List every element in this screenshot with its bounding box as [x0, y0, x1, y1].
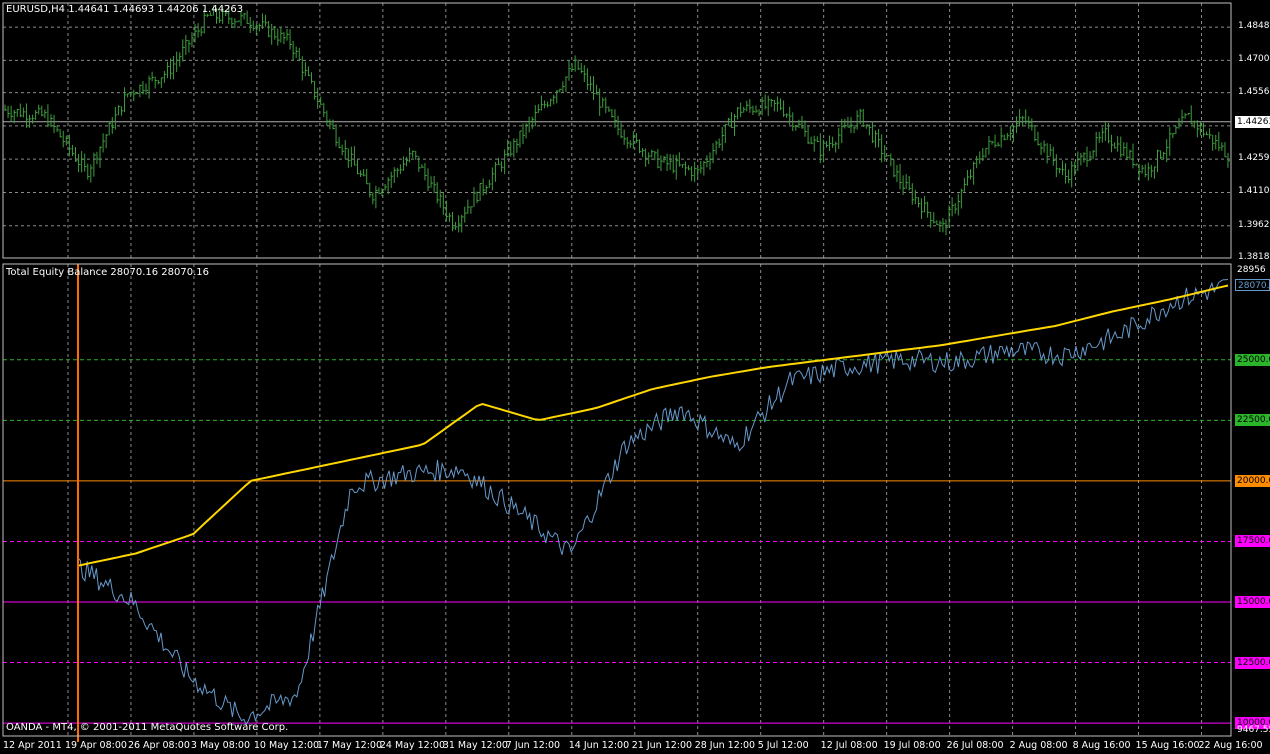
price-tick-label: 1.41105 — [1238, 186, 1270, 197]
date-tick-label: 21 Jun 12:00 — [631, 740, 693, 751]
pane-frames — [2, 2, 1232, 737]
date-tick-label: 3 May 08:00 — [190, 740, 251, 751]
date-tick-label: 15 Aug 16:00 — [1135, 740, 1200, 751]
chart-grid — [3, 3, 1231, 736]
date-tick-label: 8 Aug 16:00 — [1072, 740, 1131, 751]
equity-level-badge: 15000.0 — [1235, 596, 1270, 608]
equity-level-badge: 22500.0 — [1235, 414, 1270, 427]
equity-series — [77, 279, 1229, 726]
chart-canvas[interactable] — [0, 0, 1270, 754]
date-tick-label: 10 May 12:00 — [253, 740, 320, 751]
equity-min-label: 9467.55 — [1237, 725, 1270, 735]
price-tick-label: 1.47000 — [1238, 54, 1270, 65]
date-tick-label: 12 Jul 08:00 — [820, 740, 878, 751]
equity-indicator-header: Total Equity Balance 28070.16 28070.16 — [6, 267, 210, 278]
price-tick-label: 1.38180 — [1238, 252, 1270, 262]
broker-copyright: OANDA - MT4, © 2001-2011 MetaQuotes Soft… — [6, 722, 289, 733]
equity-level-badge: 25000.0 — [1235, 353, 1270, 366]
date-tick-label: 19 Jul 08:00 — [883, 740, 941, 751]
date-tick-label: 14 Jun 12:00 — [568, 740, 630, 751]
price-chart-header: EURUSD,H4 1.44641 1.44693 1.44206 1.4426… — [6, 4, 244, 15]
price-tick-label: 1.39620 — [1238, 219, 1270, 230]
date-tick-label: 2 Aug 08:00 — [1009, 740, 1068, 751]
date-tick-label: 12 Apr 2011 — [3, 740, 62, 751]
date-tick-label: 26 Jul 08:00 — [946, 740, 1004, 751]
price-pane-frame — [2, 2, 1232, 259]
equity-level-badge: 20000.0 — [1235, 474, 1270, 487]
equity-max-label: 28956 — [1237, 265, 1266, 275]
equity-level-badge: 12500.0 — [1235, 656, 1270, 669]
date-tick-label: 17 May 12:00 — [316, 740, 383, 751]
date-tick-label: 5 Jul 12:00 — [757, 740, 809, 751]
date-tick-label: 26 Apr 08:00 — [127, 740, 190, 751]
balance-series — [77, 264, 1229, 742]
current-price-badge: 1.44263 — [1235, 115, 1270, 128]
equity-level-badge: 17500.0 — [1235, 535, 1270, 548]
date-tick-label: 19 Apr 08:00 — [64, 740, 127, 751]
date-tick-label: 31 May 12:00 — [442, 740, 508, 751]
eurusd-price-series — [4, 4, 1230, 236]
date-tick-label: 22 Aug 16:00 — [1198, 740, 1263, 751]
price-tick-label: 1.42590 — [1238, 153, 1270, 164]
date-tick-label: 7 Jun 12:00 — [505, 740, 561, 751]
current-equity-badge: 28070.1 — [1235, 279, 1270, 292]
equity-line — [77, 279, 1229, 726]
date-tick-label: 24 May 12:00 — [379, 740, 445, 751]
date-tick-label: 28 Jun 12:00 — [694, 740, 756, 751]
price-tick-label: 1.48485 — [1238, 21, 1270, 32]
price-tick-label: 1.45560 — [1238, 86, 1270, 97]
